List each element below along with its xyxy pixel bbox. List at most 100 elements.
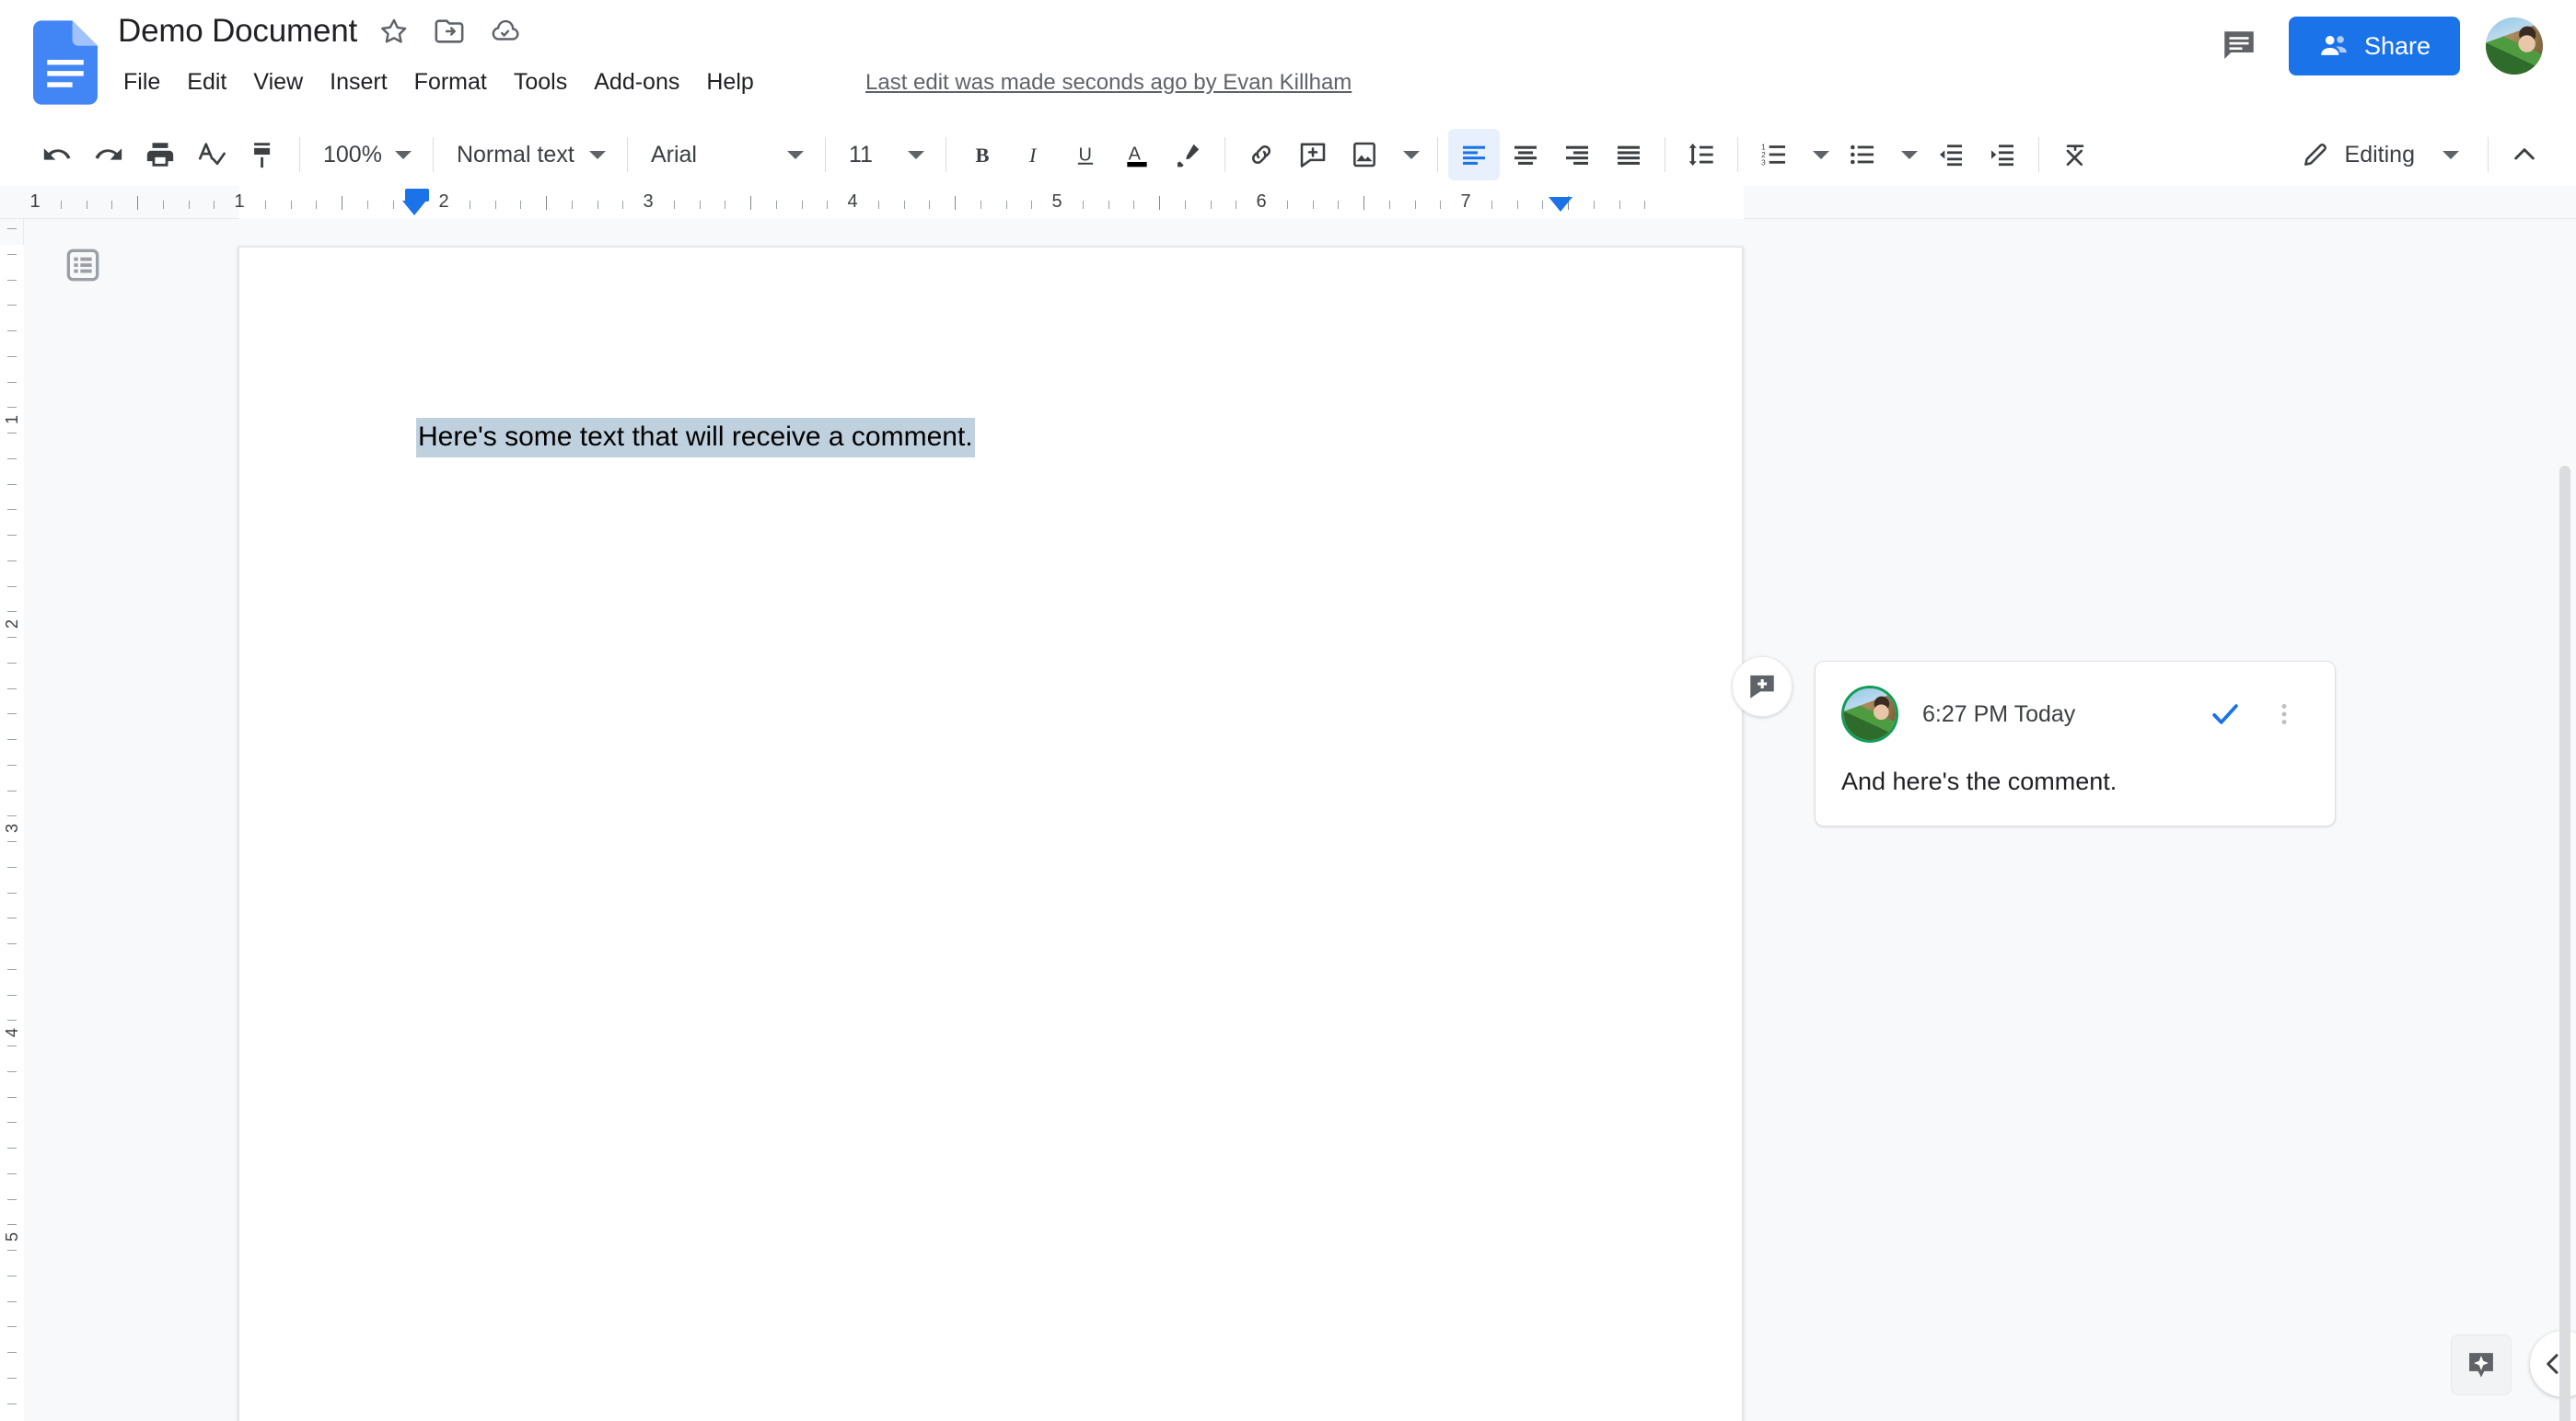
numbered-list-button[interactable]: 1 2 3 [1748,129,1800,180]
editing-mode-button[interactable]: Editing [2290,129,2477,180]
comment-thread-card[interactable]: 6:27 PM Today And here's the comment. [1815,661,2336,827]
italic-button[interactable]: I [1008,129,1060,180]
left-indent-marker[interactable] [402,201,426,215]
menu-help[interactable]: Help [706,66,769,98]
paint-format-button[interactable] [238,129,289,180]
clear-formatting-button[interactable] [2049,129,2101,180]
menu-tools[interactable]: Tools [514,66,583,98]
commenter-avatar[interactable] [1841,686,1898,743]
page-title[interactable]: Demo Document [118,13,357,50]
line-spacing-button[interactable] [1676,129,1727,180]
align-justify-button[interactable] [1603,129,1654,180]
document-page[interactable]: Here's some text that will receive a com… [238,247,1743,1421]
font-size-select[interactable]: 11 [836,129,935,180]
chevron-down-icon [786,150,804,159]
pencil-icon [2301,140,2330,169]
vertical-ruler[interactable]: 1 2 3 4 5 [0,219,24,1421]
ruler-tick [264,201,266,209]
ruler-tick [1133,201,1135,209]
menu-view[interactable]: View [253,66,319,98]
share-button-label: Share [2363,31,2431,60]
vruler-tick [7,1198,17,1200]
ruler-tick [1184,201,1186,209]
move-to-folder-icon[interactable] [431,13,468,50]
ruler-number: 2 [438,191,449,212]
menu-add-ons[interactable]: Add-ons [594,66,695,98]
spellcheck-button[interactable] [186,129,238,180]
vruler-tick [7,560,17,561]
zoom-select[interactable]: 100% [310,129,423,180]
paragraph-style-select[interactable]: Normal text [444,129,617,180]
ruler-tick [1338,201,1340,209]
menu-format[interactable]: Format [414,66,503,98]
bullet-options-chevron-down-icon[interactable] [1900,150,1918,159]
vruler-tick [7,892,17,894]
horizontal-ruler[interactable]: 1 1 2 3 4 5 6 7 [0,186,2576,219]
document-title-row: Demo Document [118,13,523,50]
align-left-button[interactable] [1447,129,1500,180]
first-line-indent-marker[interactable] [405,189,429,202]
ruler-tick [903,201,905,209]
print-button[interactable] [134,129,186,180]
share-button[interactable]: Share [2288,17,2460,75]
comment-history-icon[interactable] [2206,13,2272,79]
list-options-chevron-down-icon[interactable] [1812,150,1829,159]
star-icon[interactable] [376,13,412,50]
bulleted-list-button[interactable] [1837,129,1888,180]
ruler-tick [1286,201,1288,209]
menu-edit[interactable]: Edit [187,66,242,98]
ruler-tick [137,196,138,210]
toolbar-divider [824,137,826,172]
ruler-tick [1031,201,1033,209]
font-family-select[interactable]: Arial [638,129,815,180]
editing-mode-label: Editing [2344,141,2415,168]
add-comment-button[interactable] [1287,129,1339,180]
add-comment-fab[interactable] [1732,656,1793,717]
ruler-number: 6 [1256,191,1267,212]
insert-image-button[interactable] [1339,129,1390,180]
app-header: Demo Document File Edit View Insert Form… [0,0,2576,123]
bold-button[interactable]: B [957,129,1008,180]
vruler-tick [7,662,17,664]
last-edit-status[interactable]: Last edit was made seconds ago by Evan K… [865,70,1352,96]
comment-more-options-button[interactable] [2259,689,2309,739]
insert-link-button[interactable] [1236,129,1287,180]
ruler-tick [1440,201,1442,209]
explore-button[interactable] [2451,1334,2512,1395]
resolve-comment-button[interactable] [2200,689,2250,739]
underline-button[interactable]: U [1060,129,1111,180]
ruler-tick [955,196,956,210]
align-right-button[interactable] [1551,129,1603,180]
svg-text:U: U [1078,144,1091,165]
menu-file[interactable]: File [123,66,176,98]
ruler-tick [1644,201,1646,209]
docs-logo-icon[interactable] [33,20,98,105]
vertical-scrollbar[interactable] [2558,466,2572,1421]
document-outline-icon[interactable] [57,239,109,291]
decrease-indent-button[interactable] [1925,129,1977,180]
document-body-text[interactable]: Here's some text that will receive a com… [416,418,975,457]
editing-mode-group: Editing [2290,129,2576,180]
highlight-color-button[interactable] [1163,129,1214,180]
increase-indent-button[interactable] [1977,129,2028,180]
toolbar-divider [2488,137,2489,172]
cloud-saved-icon[interactable] [486,13,523,50]
ruler-tick [877,201,879,209]
align-center-button[interactable] [1500,129,1551,180]
zoom-value: 100% [323,141,382,168]
ruler-tick [929,201,931,209]
image-options-chevron-down-icon[interactable] [1402,150,1420,159]
toolbar-divider [1736,137,1738,172]
text-color-button[interactable]: A [1111,129,1163,180]
ruler-tick [520,201,522,209]
comment-text: And here's the comment. [1841,768,2118,795]
menu-insert[interactable]: Insert [330,66,403,98]
undo-button[interactable] [31,129,83,180]
vruler-tick [7,305,17,306]
vruler-tick [7,407,17,409]
scrollbar-thumb[interactable] [2559,466,2570,1421]
collapse-toolbar-button[interactable] [2499,129,2550,180]
redo-button[interactable] [83,129,134,180]
right-indent-marker[interactable] [1549,197,1572,212]
avatar[interactable] [2484,16,2545,76]
